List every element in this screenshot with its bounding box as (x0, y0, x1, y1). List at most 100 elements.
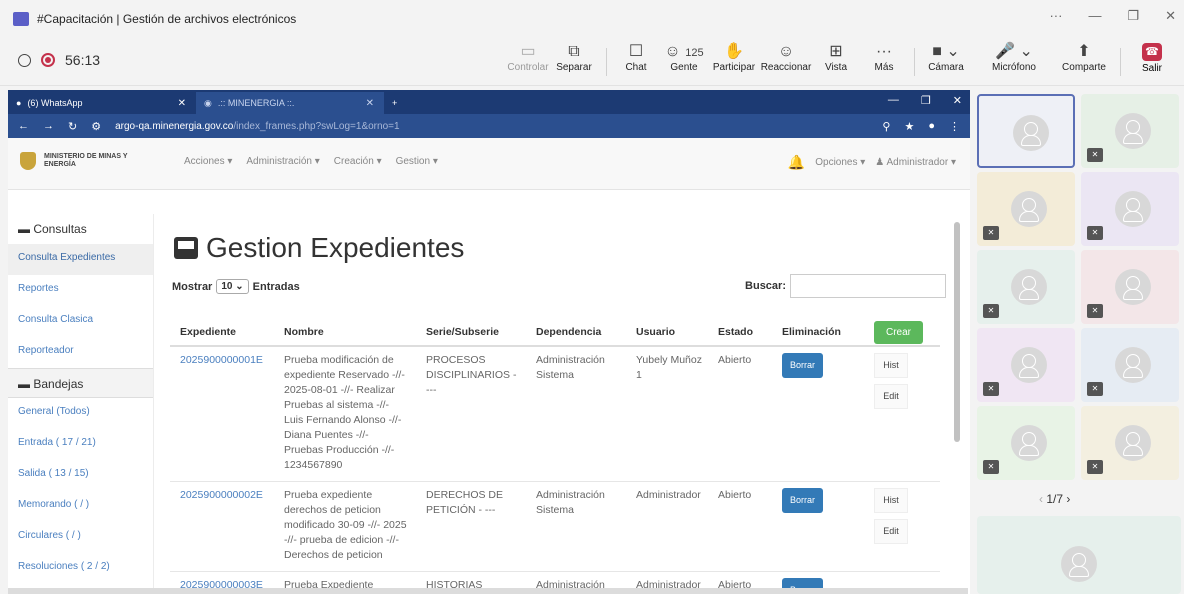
raise-hand-button[interactable]: ✋ Participar (704, 42, 764, 73)
folder-icon: ▬ (18, 222, 30, 236)
participant-gallery: ✕ ✕ ✕ ✕ ✕ ✕ ✕ ✕ ✕ ‹ 1/7 › (975, 92, 1184, 594)
popout-button[interactable]: ⧉ Separar (544, 42, 604, 73)
avatar-icon (1115, 191, 1151, 227)
col-expediente[interactable]: Expediente (170, 314, 274, 347)
borrar-button[interactable]: Borrar (782, 353, 824, 378)
mic-button[interactable]: 🎤 ⌄ Micrófono (984, 42, 1044, 73)
avatar-icon (1013, 115, 1049, 151)
sidebar-bandejas-header: ▬ Bandejas (8, 368, 153, 398)
sidebar-consultas-header: ▬ Consultas (18, 222, 87, 236)
participant-tile[interactable] (977, 516, 1181, 594)
address-bar[interactable]: argo-qa.minenergia.gov.co/index_frames.p… (115, 121, 399, 132)
menu-gestion[interactable]: Gestion ▾ (396, 156, 438, 167)
col-eliminacion[interactable]: Eliminación (772, 314, 864, 347)
col-nombre[interactable]: Nombre (274, 314, 416, 347)
site-info-icon[interactable]: ⚙ (91, 120, 101, 133)
ministry-logo[interactable]: MINISTERIO DE MINAS Y ENERGÍA (20, 152, 134, 170)
participant-tile[interactable]: ✕ (1081, 406, 1179, 480)
participant-tile[interactable]: ✕ (1081, 172, 1179, 246)
hist-button[interactable]: Hist (874, 488, 908, 513)
shield-icon (18, 53, 31, 67)
close-tab-icon[interactable]: ✕ (366, 98, 374, 109)
more-options-icon[interactable]: ··· (1049, 8, 1062, 24)
close-icon[interactable]: ✕ (1165, 8, 1176, 24)
bookmark-star-icon[interactable]: ★ (904, 120, 914, 133)
menu-administrador[interactable]: ♟ Administrador ▾ (875, 157, 956, 168)
leave-button[interactable]: ☎ Salir (1132, 43, 1172, 74)
participant-tile[interactable] (977, 94, 1075, 168)
teams-logo-icon (13, 12, 29, 26)
col-serie[interactable]: Serie/Subserie (416, 314, 526, 347)
new-tab-button[interactable]: + (384, 92, 414, 114)
back-icon[interactable]: ← (18, 120, 29, 132)
edit-button[interactable]: Edit (874, 384, 908, 409)
entries-select[interactable]: 10 ⌄ (216, 279, 249, 294)
prev-page-icon[interactable]: ‹ (1039, 492, 1043, 506)
profile-icon[interactable]: ● (928, 120, 935, 133)
entries-control: Mostrar 10 ⌄ Entradas (172, 279, 300, 294)
search-input[interactable] (790, 274, 946, 298)
whatsapp-icon: ● (16, 98, 22, 108)
hist-button[interactable]: Hist (874, 353, 908, 378)
sidebar-item-resoluciones[interactable]: Resoluciones ( 2 / 2) (8, 553, 153, 584)
more-icon: ··· (876, 43, 892, 60)
close-icon[interactable]: ✕ (953, 94, 962, 107)
menu-opciones[interactable]: Opciones ▾ (815, 157, 865, 168)
muted-mic-icon: ✕ (1087, 304, 1103, 318)
restore-icon[interactable]: ❐ (921, 94, 931, 107)
restore-icon[interactable]: ❐ (1127, 8, 1139, 24)
expediente-link[interactable]: 2025900000001E (170, 346, 274, 482)
crear-button[interactable]: Crear (874, 320, 924, 344)
leave-icon: ☎ (1142, 43, 1162, 61)
participant-tile[interactable]: ✕ (1081, 328, 1179, 402)
menu-icon[interactable]: ⋮ (949, 120, 960, 133)
minimize-icon[interactable]: — (1088, 8, 1101, 24)
tab-minenergia[interactable]: ◉.:: MINENERGIA ::. ✕ (196, 92, 384, 114)
sidebar-item-entrada[interactable]: Entrada ( 17 / 21) (8, 429, 153, 460)
avatar-icon (1115, 113, 1151, 149)
participant-tile[interactable]: ✕ (1081, 94, 1179, 168)
muted-mic-icon: ✕ (1087, 382, 1103, 396)
sidebar-item-circulares[interactable]: Circulares ( / ) (8, 522, 153, 553)
edit-button[interactable]: Edit (874, 519, 908, 544)
vertical-scrollbar[interactable] (954, 222, 960, 442)
share-button[interactable]: ⬆ Comparte (1054, 42, 1114, 73)
camera-off-icon: ■ ⌄ (932, 43, 960, 60)
menu-administracion[interactable]: Administración ▾ (246, 156, 319, 167)
reload-icon[interactable]: ↻ (68, 120, 77, 133)
zoom-icon[interactable]: ⚲ (882, 120, 890, 133)
col-estado[interactable]: Estado (708, 314, 772, 347)
close-tab-icon[interactable]: ✕ (178, 98, 186, 109)
muted-mic-icon: ✕ (983, 382, 999, 396)
horizontal-scrollbar[interactable] (8, 588, 968, 594)
participant-tile[interactable]: ✕ (977, 250, 1075, 324)
sidebar-item-reporteador[interactable]: Reporteador (8, 337, 153, 368)
col-usuario[interactable]: Usuario (626, 314, 708, 347)
borrar-button[interactable]: Borrar (782, 488, 824, 513)
sidebar-item-general[interactable]: General (Todos) (8, 398, 153, 429)
coat-of-arms-icon (20, 152, 36, 170)
participant-tile[interactable]: ✕ (977, 328, 1075, 402)
expediente-link[interactable]: 2025900000002E (170, 481, 274, 572)
more-button[interactable]: ··· Más (854, 42, 914, 73)
sidebar-item-reportes[interactable]: Reportes (8, 275, 153, 306)
participant-tile[interactable]: ✕ (977, 406, 1075, 480)
tab-whatsapp[interactable]: ● (6) WhatsApp ✕ (8, 92, 196, 114)
minimize-icon[interactable]: — (888, 94, 899, 107)
sidebar-item-salida[interactable]: Salida ( 13 / 15) (8, 460, 153, 491)
sidebar-item-consulta-clasica[interactable]: Consulta Clasica (8, 306, 153, 337)
next-page-icon[interactable]: › (1066, 492, 1070, 506)
globe-icon: ◉ (204, 97, 212, 108)
forward-icon[interactable]: → (43, 120, 54, 132)
participant-tile[interactable]: ✕ (1081, 250, 1179, 324)
menu-creacion[interactable]: Creación ▾ (334, 156, 382, 167)
sidebar-item-consulta-expedientes[interactable]: Consulta Expedientes (8, 244, 153, 275)
col-dependencia[interactable]: Dependencia (526, 314, 626, 347)
participant-tile[interactable]: ✕ (977, 172, 1075, 246)
bell-icon[interactable]: 🔔 (788, 154, 805, 171)
sidebar-item-memorando[interactable]: Memorando ( / ) (8, 491, 153, 522)
menu-acciones[interactable]: Acciones ▾ (184, 156, 232, 167)
table-row: 2025900000001E Prueba modificación de ex… (170, 346, 940, 482)
expedientes-table: Expediente Nombre Serie/Subserie Depende… (170, 314, 940, 594)
camera-button[interactable]: ■ ⌄ Cámara (916, 42, 976, 73)
